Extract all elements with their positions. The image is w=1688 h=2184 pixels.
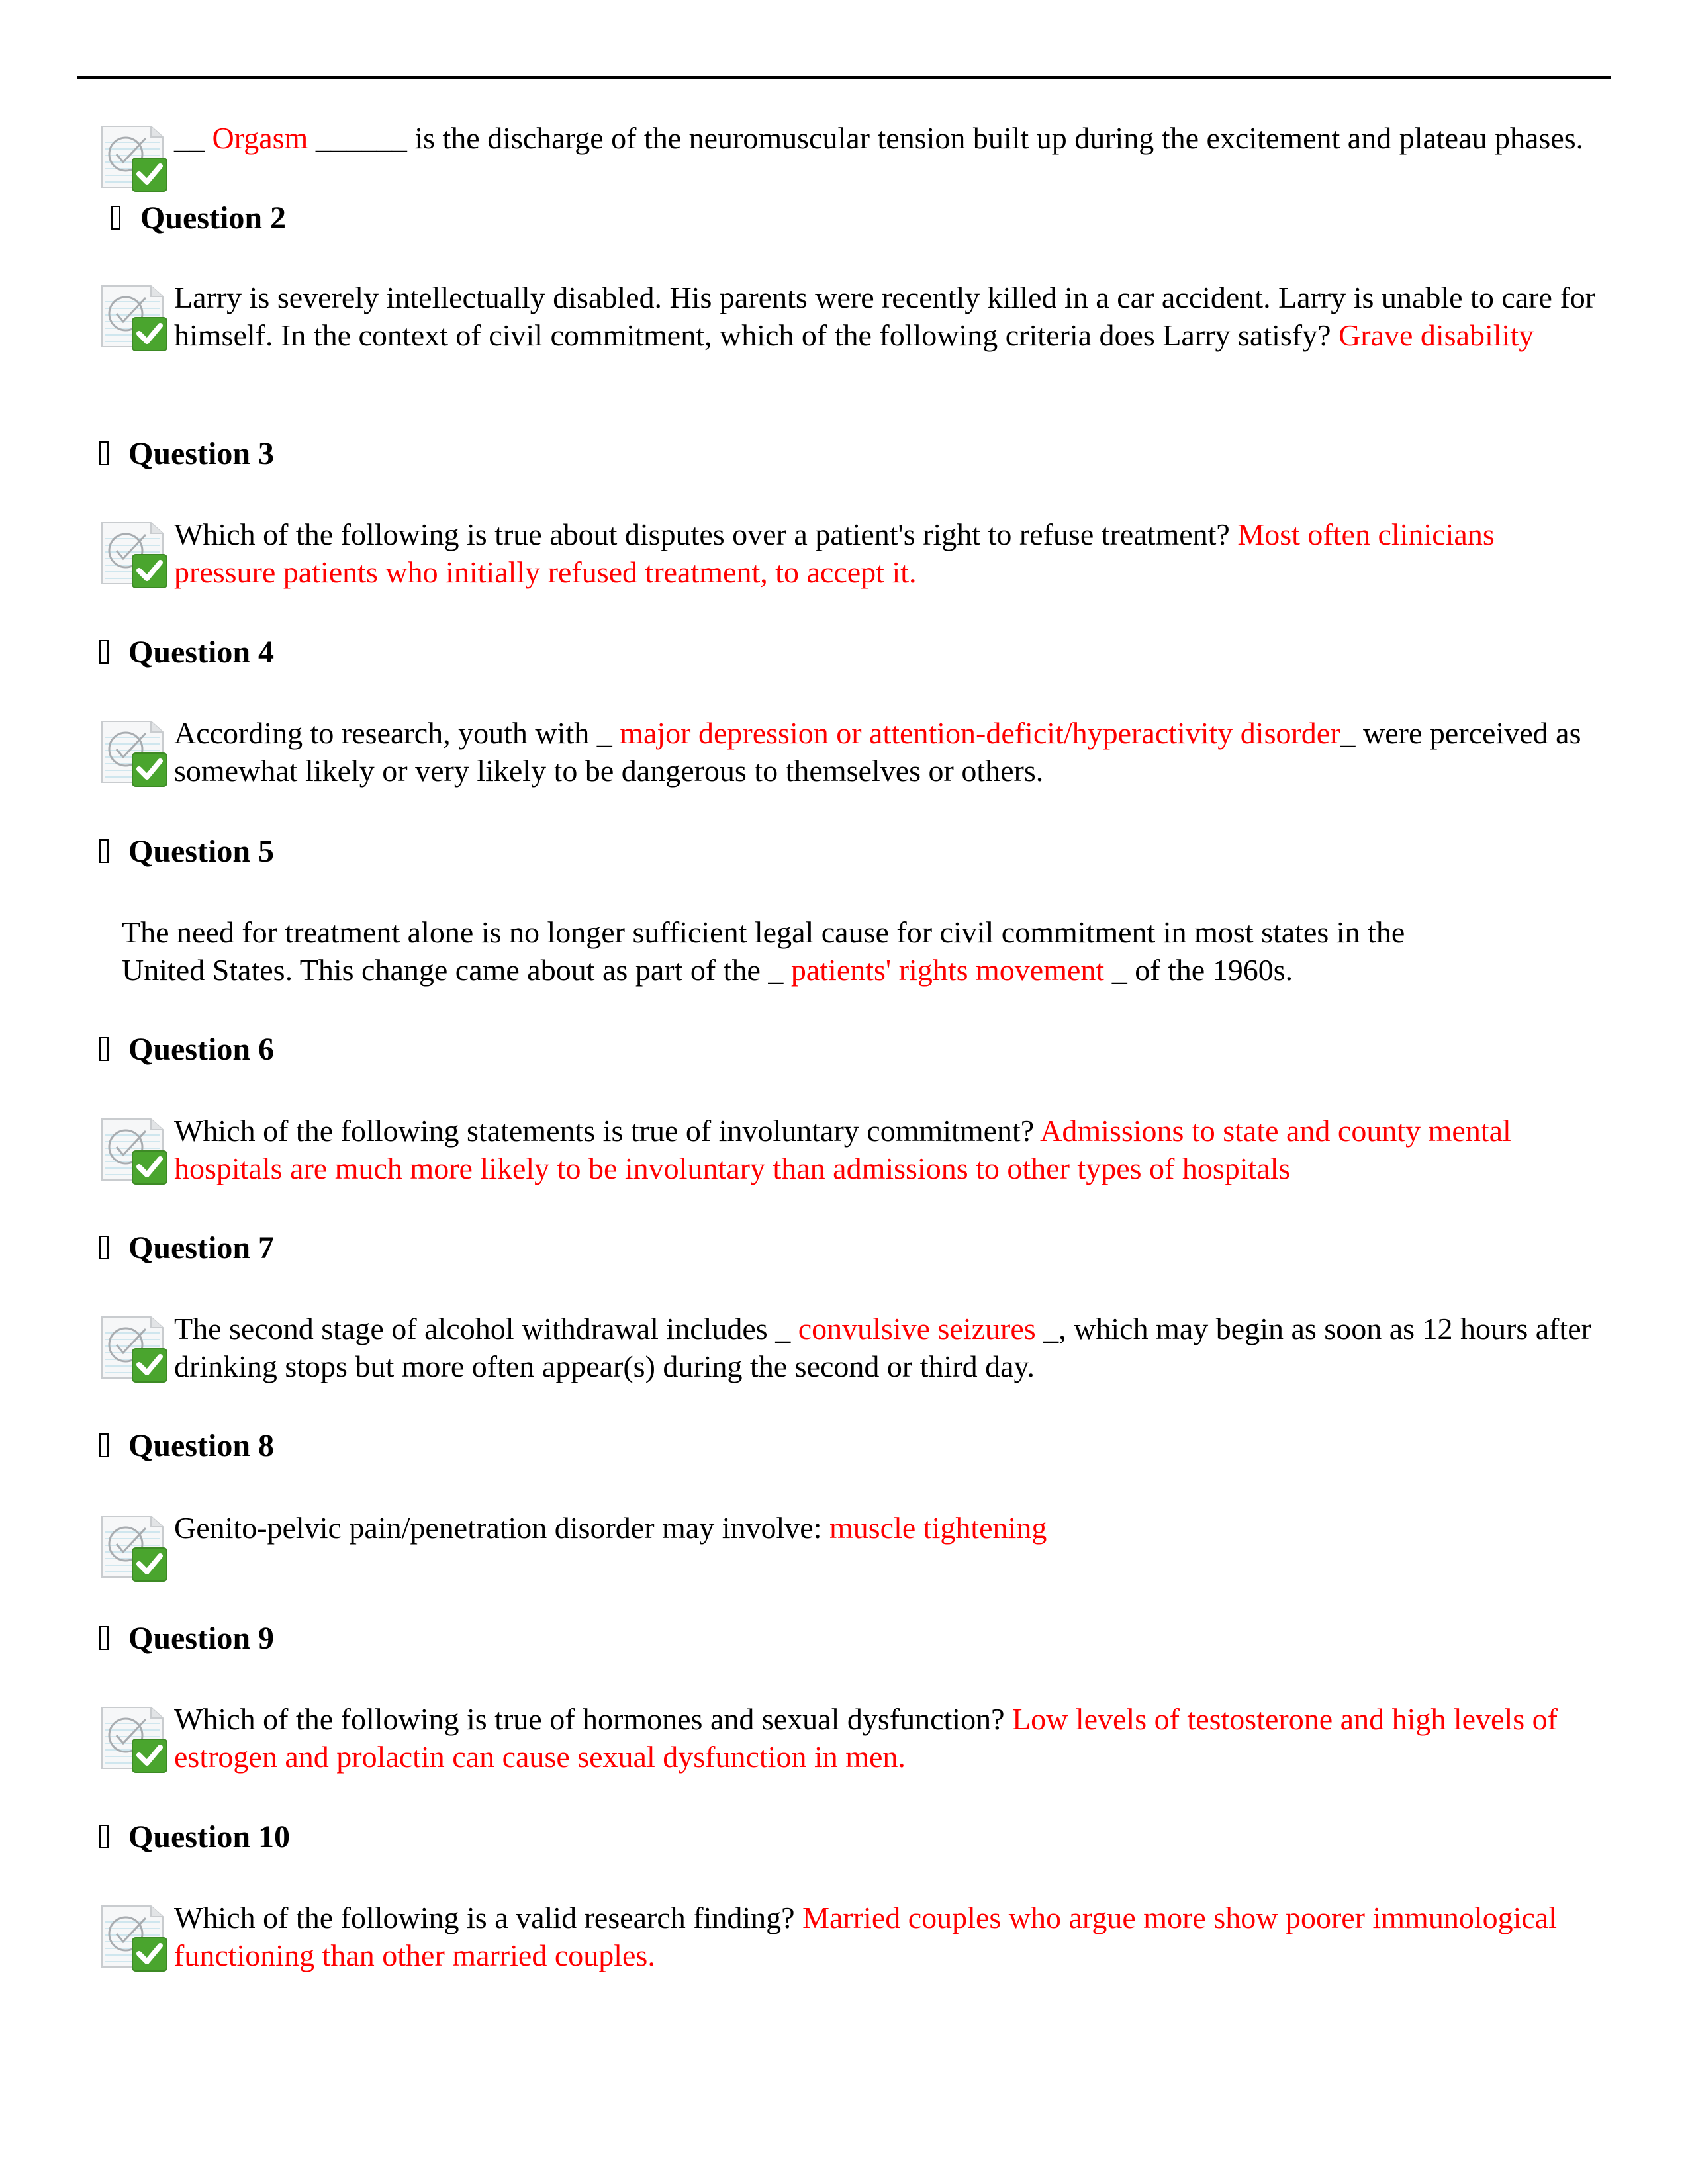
missing-glyph-icon [111, 206, 120, 230]
missing-glyph-icon [99, 839, 109, 863]
question-heading-label: Question 5 [128, 834, 275, 869]
missing-glyph-icon [99, 1236, 109, 1259]
header-rule [77, 76, 1611, 79]
missing-glyph-icon [99, 441, 109, 465]
question-text-6: Which of the following statements is tru… [174, 1112, 1597, 1187]
correct-answer-check-icon [99, 1704, 169, 1774]
question-prompt-text: Which of the following is a valid resear… [174, 1901, 803, 1934]
answer-text: Orgasm [212, 121, 308, 155]
question-prompt-text: Which of the following is true about dis… [174, 518, 1238, 551]
question-heading-10: Question 10 [99, 1817, 290, 1857]
question-text-3: Which of the following is true about dis… [174, 516, 1597, 591]
correct-answer-check-icon [99, 122, 169, 193]
missing-glyph-icon [99, 1037, 109, 1061]
correct-answer-check-icon [99, 717, 169, 788]
question-heading-label: Question 6 [128, 1032, 275, 1067]
question-text-2: Larry is severely intellectually disable… [174, 279, 1597, 354]
question-heading-8: Question 8 [99, 1426, 274, 1466]
question-heading-7: Question 7 [99, 1228, 274, 1268]
answer-text: patients' rights movement [790, 953, 1105, 987]
missing-glyph-icon [99, 1825, 109, 1848]
answer-text: Grave disability [1338, 318, 1534, 352]
question-heading-2: Question 2 [111, 199, 286, 238]
question-heading-3: Question 3 [99, 434, 274, 474]
question-text-1: __ Orgasm ______ is the discharge of the… [174, 119, 1597, 157]
question-heading-4: Question 4 [99, 633, 274, 672]
answer-text: muscle tightening [829, 1511, 1047, 1545]
question-heading-5: Question 5 [99, 832, 274, 872]
question-prompt-text: According to research, youth with _ [174, 716, 620, 750]
question-heading-label: Question 7 [128, 1230, 275, 1265]
question-prompt-text: The second stage of alcohol withdrawal i… [174, 1312, 798, 1345]
question-heading-label: Question 4 [128, 635, 275, 670]
question-prompt-text: Which of the following statements is tru… [174, 1114, 1041, 1148]
question-text-9: Which of the following is true of hormon… [174, 1700, 1597, 1776]
correct-answer-check-icon [99, 282, 169, 352]
missing-glyph-icon [99, 1626, 109, 1650]
missing-glyph-icon [99, 640, 109, 664]
question-heading-label: Question 2 [140, 201, 287, 236]
correct-answer-check-icon [99, 1313, 169, 1383]
correct-answer-check-icon [99, 519, 169, 589]
question-heading-9: Question 9 [99, 1619, 274, 1659]
question-heading-label: Question 10 [128, 1819, 291, 1854]
question-heading-label: Question 9 [128, 1621, 275, 1656]
question-heading-label: Question 8 [128, 1428, 275, 1463]
question-text-5: The need for treatment alone is no longe… [122, 913, 1485, 989]
answer-text: convulsive seizures [798, 1312, 1036, 1345]
question-text-8: Genito-pelvic pain/penetration disorder … [174, 1509, 1597, 1547]
missing-glyph-icon [99, 1433, 109, 1457]
question-text-4: According to research, youth with _ majo… [174, 714, 1597, 790]
question-prompt-text: ______ is the discharge of the neuromusc… [308, 121, 1584, 155]
question-heading-label: Question 3 [128, 436, 275, 471]
question-prompt-text: _ of the 1960s. [1104, 953, 1293, 987]
correct-answer-check-icon [99, 1902, 169, 1972]
question-text-7: The second stage of alcohol withdrawal i… [174, 1310, 1597, 1385]
correct-answer-check-icon [99, 1115, 169, 1185]
question-prompt-text: __ [174, 121, 212, 155]
question-prompt-text: Genito-pelvic pain/penetration disorder … [174, 1511, 829, 1545]
answer-text: major depression or attention-deficit/hy… [620, 716, 1340, 750]
question-heading-6: Question 6 [99, 1030, 274, 1069]
question-prompt-text: Which of the following is true of hormon… [174, 1702, 1012, 1736]
correct-answer-check-icon [99, 1512, 169, 1582]
question-text-10: Which of the following is a valid resear… [174, 1899, 1597, 1974]
